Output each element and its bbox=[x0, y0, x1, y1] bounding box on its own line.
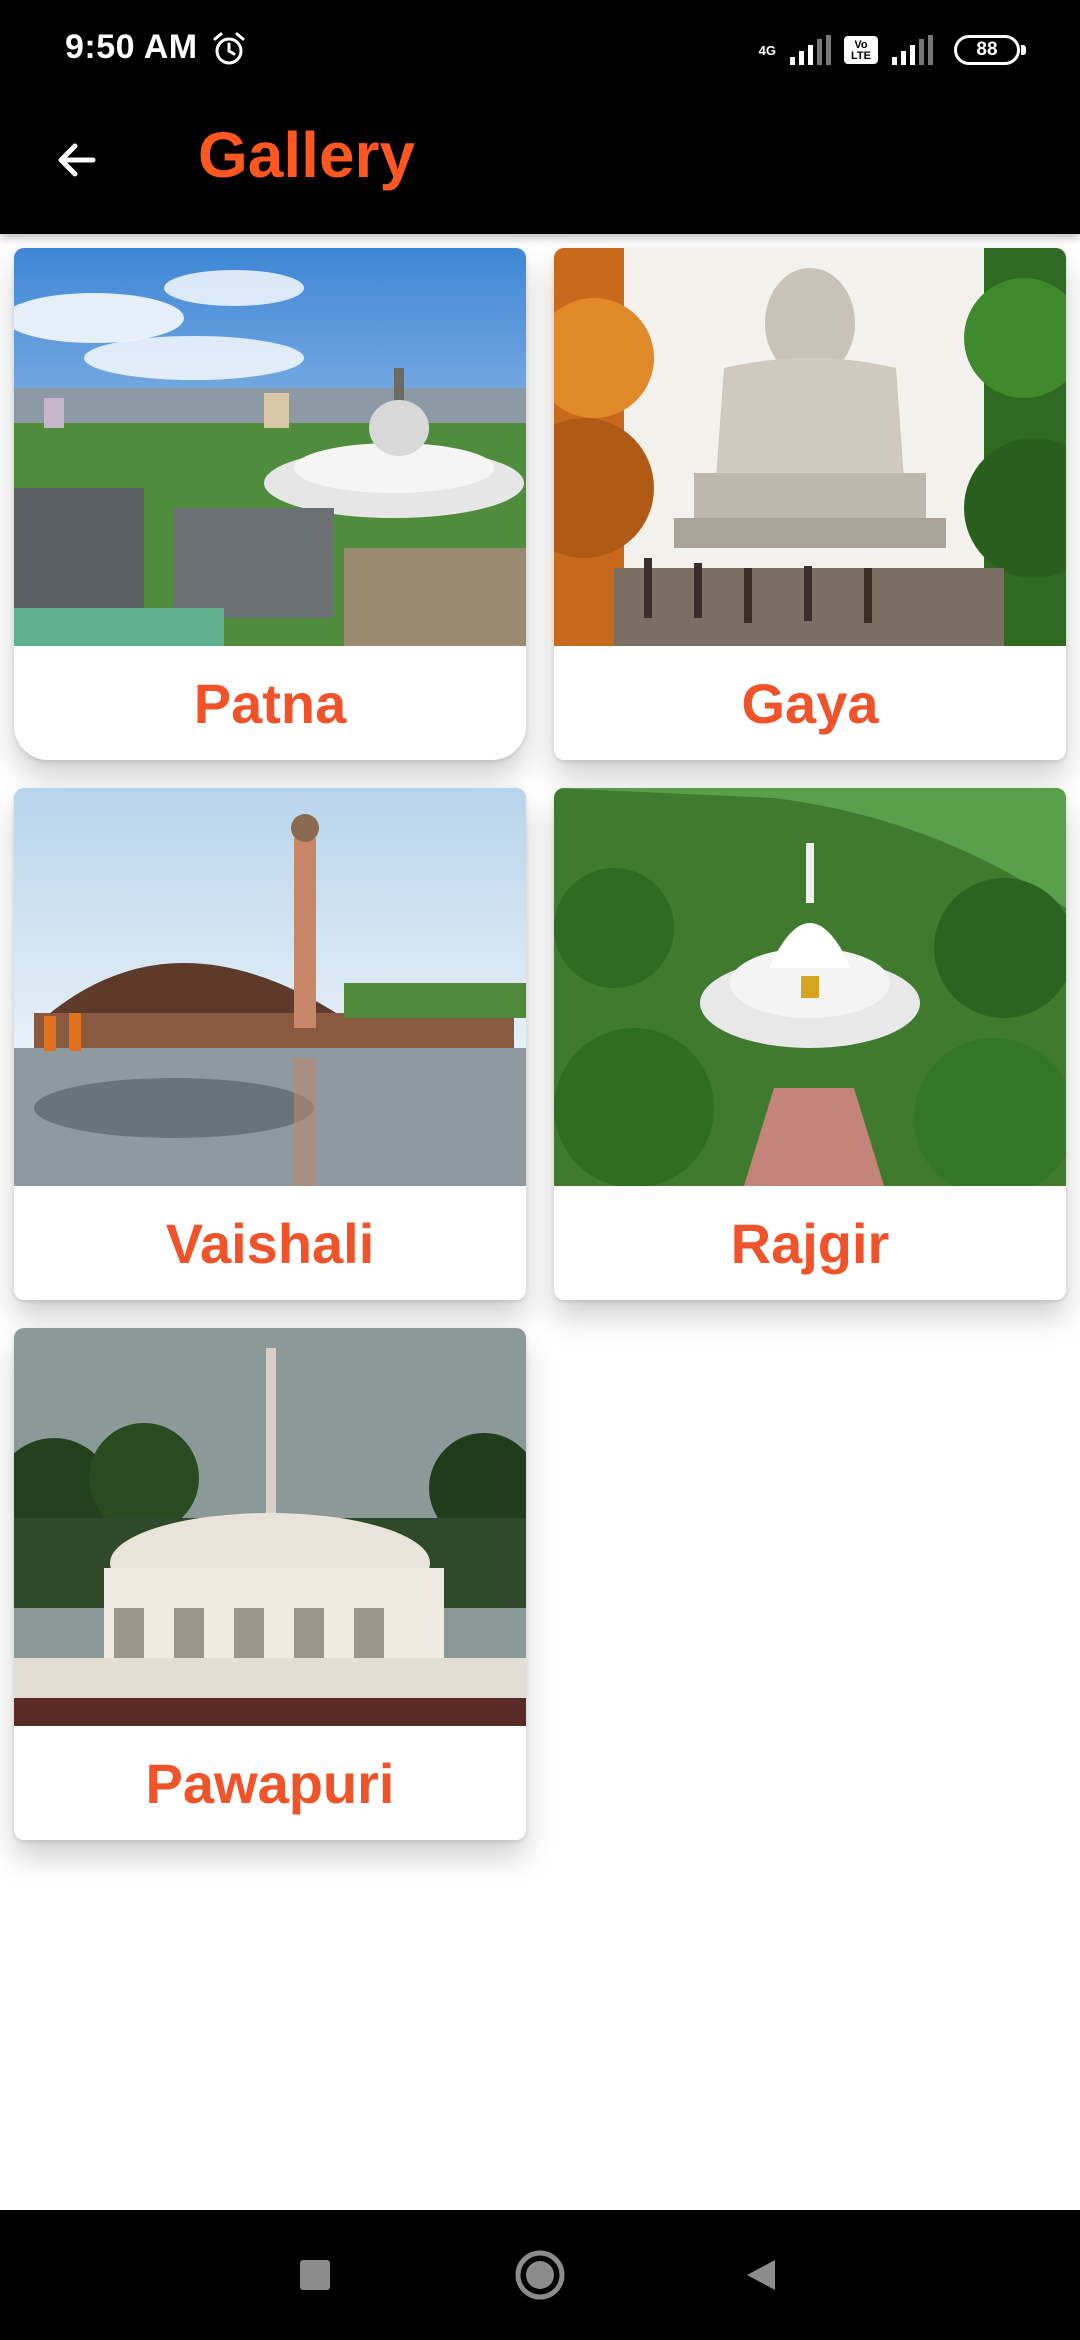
gallery-card-label: Gaya bbox=[741, 671, 879, 735]
gallery-card-vaishali[interactable]: Vaishali bbox=[14, 788, 526, 1300]
arrow-left-icon bbox=[58, 143, 96, 177]
signal-strength-icon-2 bbox=[892, 35, 933, 65]
back-icon bbox=[747, 2260, 775, 2290]
status-indicators: 4G Vo LTE 88 bbox=[758, 28, 1026, 72]
app-bar: Gallery bbox=[0, 100, 1080, 234]
status-bar: 9:50 AM 4G Vo LTE 88 bbox=[0, 0, 1080, 100]
battery-icon: 88 bbox=[954, 35, 1026, 65]
gaya-image bbox=[554, 248, 1066, 646]
volte-icon: Vo LTE bbox=[844, 36, 878, 64]
network-type-label: 4G bbox=[758, 42, 776, 58]
system-nav-bar bbox=[0, 2210, 1080, 2340]
vaishali-image bbox=[14, 788, 526, 1186]
status-time: 9:50 AM bbox=[65, 28, 198, 66]
patna-image bbox=[14, 248, 526, 646]
gallery-card-gaya[interactable]: Gaya bbox=[554, 248, 1066, 760]
rajgir-image bbox=[554, 788, 1066, 1186]
alarm-icon bbox=[213, 32, 245, 65]
gallery-card-rajgir[interactable]: Rajgir bbox=[554, 788, 1066, 1300]
back-button[interactable] bbox=[40, 123, 114, 197]
recents-button[interactable] bbox=[280, 2240, 350, 2310]
gallery-card-pawapuri[interactable]: Pawapuri bbox=[14, 1328, 526, 1840]
recents-icon bbox=[300, 2260, 330, 2290]
gallery-card-label: Rajgir bbox=[730, 1211, 890, 1275]
gallery-card-label: Patna bbox=[193, 671, 347, 735]
signal-strength-icon bbox=[790, 35, 831, 65]
gallery-card-label: Vaishali bbox=[165, 1211, 375, 1275]
gallery-card-label: Pawapuri bbox=[145, 1751, 395, 1815]
home-button[interactable] bbox=[505, 2240, 575, 2310]
gallery-card-patna[interactable]: Patna bbox=[14, 248, 526, 760]
page-title: Gallery bbox=[198, 119, 416, 191]
pawapuri-image bbox=[14, 1328, 526, 1726]
back-nav-button[interactable] bbox=[725, 2240, 795, 2310]
home-icon bbox=[515, 2250, 565, 2300]
